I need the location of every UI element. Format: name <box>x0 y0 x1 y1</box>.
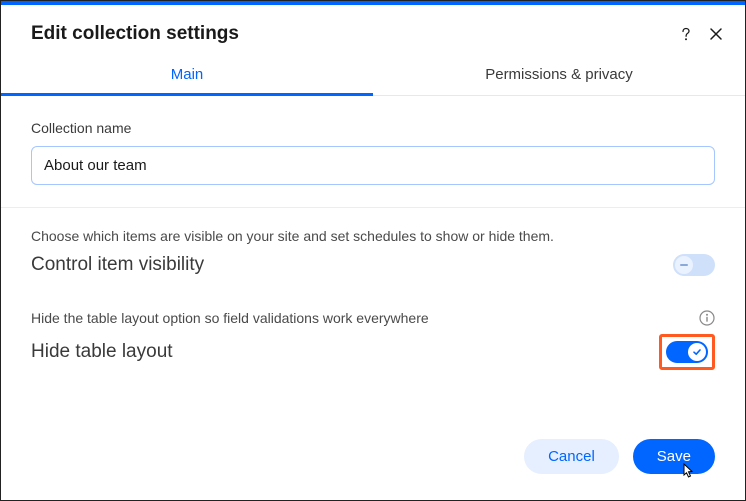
modal-footer: Cancel Save <box>1 421 745 500</box>
collection-name-section: Collection name <box>1 96 745 207</box>
hide-layout-title: Hide table layout <box>31 341 173 363</box>
help-icon[interactable] <box>679 26 693 42</box>
tab-main[interactable]: Main <box>1 55 373 95</box>
header-icons <box>679 26 723 42</box>
tab-permissions-label: Permissions & privacy <box>485 66 633 83</box>
visibility-title: Control item visibility <box>31 254 204 276</box>
info-icon[interactable] <box>699 310 715 326</box>
save-button[interactable]: Save <box>633 439 715 474</box>
visibility-helper: Choose which items are visible on your s… <box>31 228 715 244</box>
hide-layout-section: Hide the table layout option so field va… <box>1 294 745 388</box>
edit-collection-modal: Edit collection settings Main Permission… <box>0 0 746 501</box>
tab-main-label: Main <box>171 66 204 83</box>
save-button-label: Save <box>657 448 691 465</box>
collection-name-label: Collection name <box>31 120 715 136</box>
tab-permissions[interactable]: Permissions & privacy <box>373 55 745 95</box>
cancel-button[interactable]: Cancel <box>524 439 619 474</box>
hide-layout-helper: Hide the table layout option so field va… <box>31 310 429 326</box>
modal-title: Edit collection settings <box>31 23 239 45</box>
visibility-toggle[interactable] <box>673 254 715 276</box>
tabs: Main Permissions & privacy <box>1 55 745 96</box>
modal-header: Edit collection settings <box>1 5 745 55</box>
cancel-button-label: Cancel <box>548 448 595 465</box>
collection-name-input[interactable] <box>31 146 715 185</box>
hide-layout-toggle[interactable] <box>666 341 708 363</box>
close-icon[interactable] <box>709 27 723 41</box>
toggle-highlight <box>659 334 715 370</box>
visibility-section: Choose which items are visible on your s… <box>1 208 745 294</box>
